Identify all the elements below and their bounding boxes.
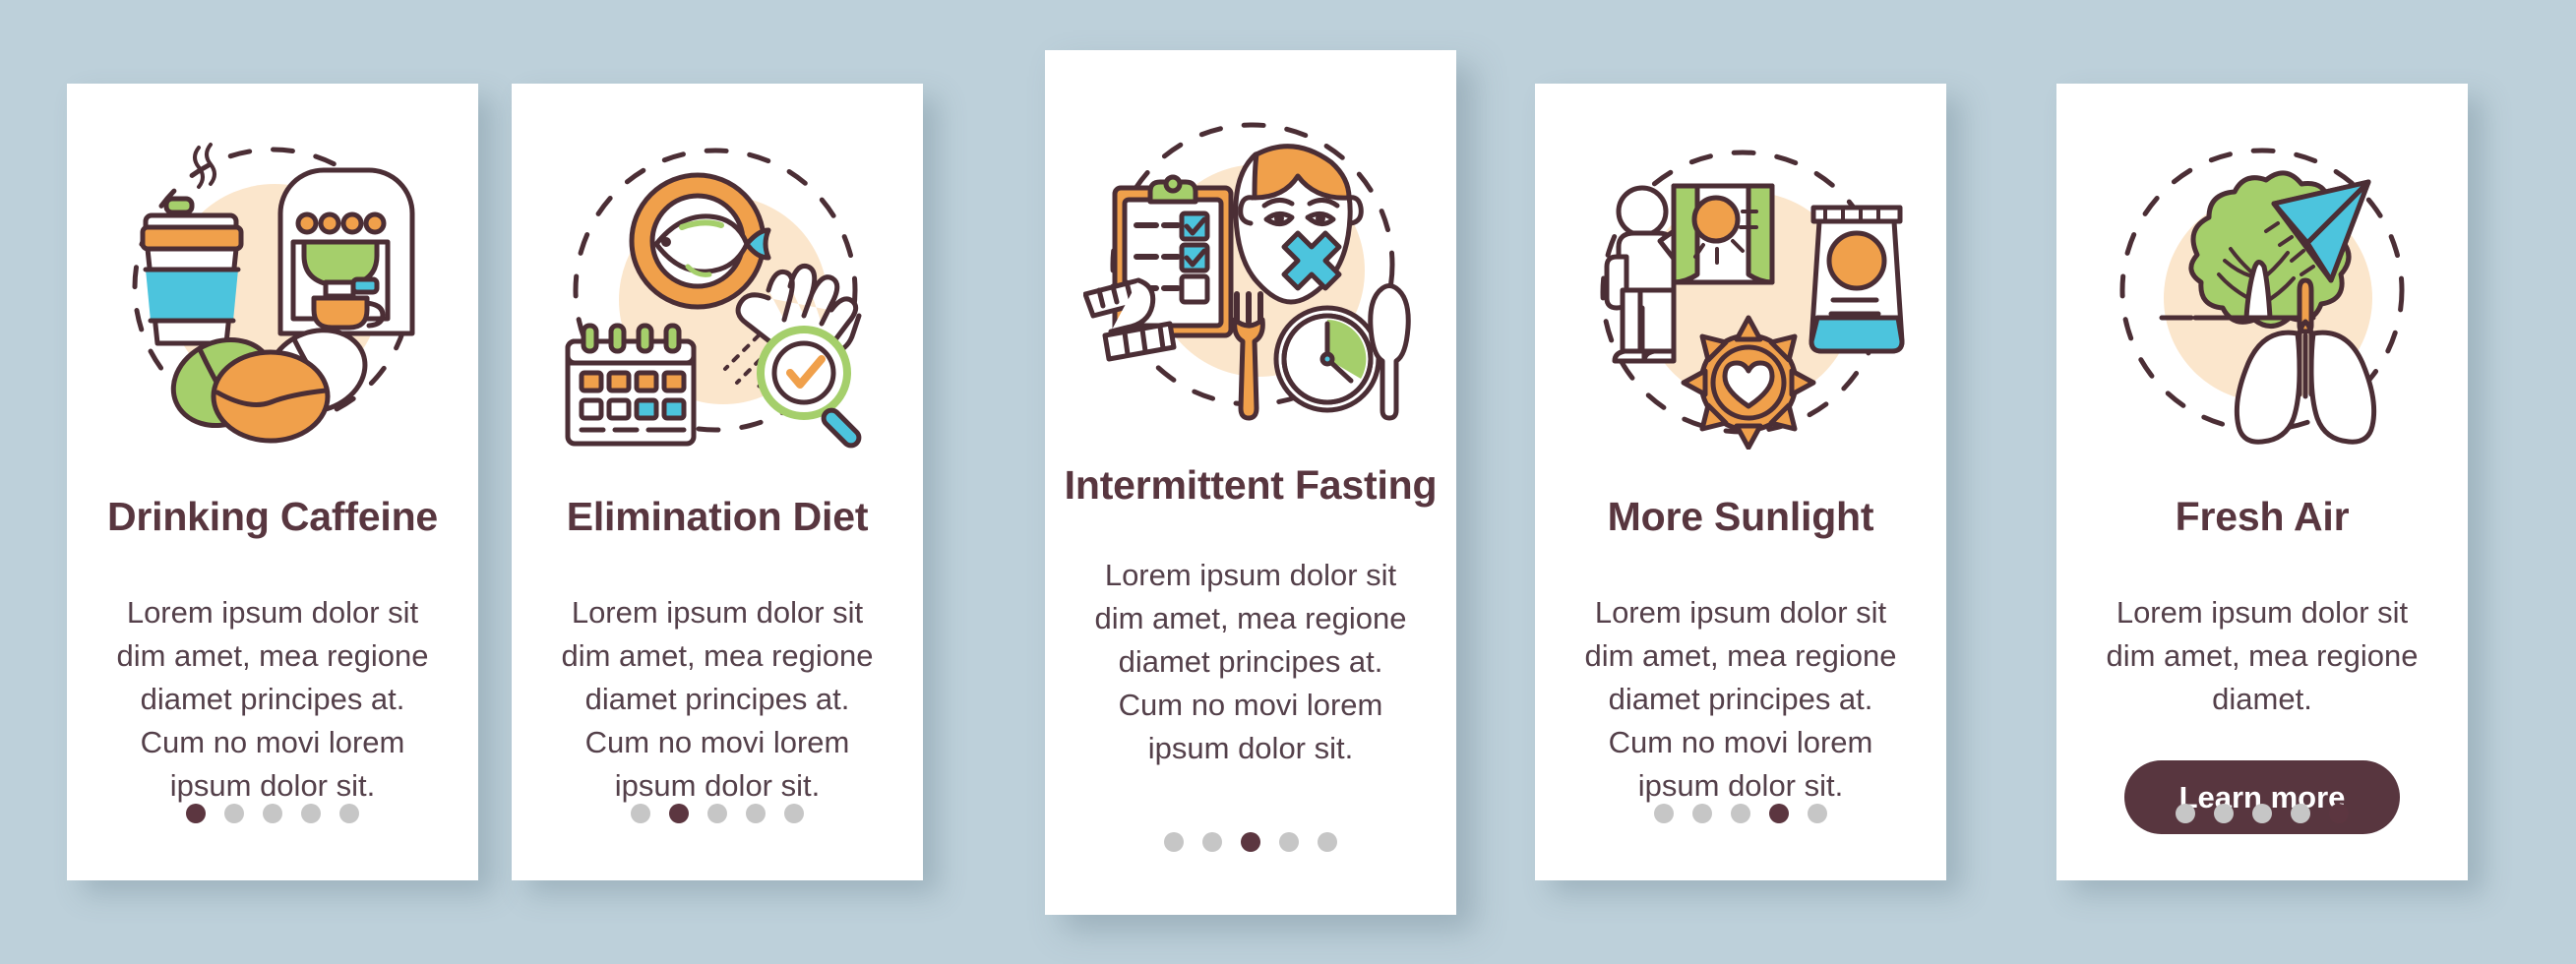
pagination-dot-5[interactable] <box>339 804 359 823</box>
card-body: Lorem ipsum dolor sit dim amet, mea regi… <box>116 595 429 804</box>
pagination-dot-5[interactable] <box>784 804 804 823</box>
pagination-dots[interactable] <box>67 804 478 823</box>
pagination-dot-2[interactable] <box>2214 804 2234 823</box>
illustration-more-sunlight <box>1573 125 1908 450</box>
card-title: Intermittent Fasting <box>1064 462 1438 508</box>
pagination-dot-1[interactable] <box>1654 804 1674 823</box>
pagination-dot-4[interactable] <box>301 804 321 823</box>
pagination-dot-3[interactable] <box>2252 804 2272 823</box>
pagination-dot-1[interactable] <box>186 804 206 823</box>
pagination-dot-5[interactable] <box>1808 804 1827 823</box>
onboarding-card-drinking-caffeine[interactable]: Drinking Caffeine Lorem ipsum dolor sit … <box>67 84 478 880</box>
card-title: Fresh Air <box>2175 494 2350 539</box>
onboarding-card-intermittent-fasting[interactable]: Intermittent Fasting Lorem ipsum dolor s… <box>1045 50 1456 915</box>
card-title: Elimination Diet <box>566 494 869 539</box>
pagination-dot-2[interactable] <box>1202 832 1222 852</box>
illustration-fresh-air <box>2095 125 2429 450</box>
pagination-dot-1[interactable] <box>1164 832 1184 852</box>
illustration-elimination-diet <box>550 125 885 450</box>
onboarding-card-fresh-air[interactable]: Fresh Air Lorem ipsum dolor sit dim amet… <box>2056 84 2468 880</box>
learn-more-button[interactable]: Learn more <box>2123 760 2401 835</box>
illustration-intermittent-fasting <box>1083 101 1418 426</box>
pagination-dot-3[interactable] <box>707 804 727 823</box>
pagination-dot-5[interactable] <box>2329 804 2349 823</box>
pagination-dot-2[interactable] <box>224 804 244 823</box>
pagination-dot-4[interactable] <box>746 804 766 823</box>
card-body: Lorem ipsum dolor sit dim amet, mea regi… <box>2106 595 2419 717</box>
card-title: More Sunlight <box>1607 494 1874 539</box>
pagination-dot-3[interactable] <box>1241 832 1260 852</box>
pagination-dot-4[interactable] <box>2291 804 2310 823</box>
card-body: Lorem ipsum dolor sit dim amet, mea regi… <box>1584 595 1897 804</box>
pagination-dots[interactable] <box>1045 832 1456 852</box>
pagination-dot-1[interactable] <box>2176 804 2195 823</box>
pagination-dot-2[interactable] <box>1692 804 1712 823</box>
card-title: Drinking Caffeine <box>106 494 439 539</box>
card-body: Lorem ipsum dolor sit dim amet, mea regi… <box>1094 558 1407 766</box>
onboarding-card-elimination-diet[interactable]: Elimination Diet Lorem ipsum dolor sit d… <box>512 84 923 880</box>
onboarding-screens-board: Drinking Caffeine Lorem ipsum dolor sit … <box>0 0 2576 964</box>
pagination-dot-2[interactable] <box>669 804 689 823</box>
pagination-dots[interactable] <box>2056 804 2468 823</box>
pagination-dot-4[interactable] <box>1769 804 1789 823</box>
pagination-dot-4[interactable] <box>1279 832 1299 852</box>
pagination-dots[interactable] <box>512 804 923 823</box>
pagination-dot-1[interactable] <box>631 804 650 823</box>
pagination-dot-3[interactable] <box>1731 804 1750 823</box>
pagination-dots[interactable] <box>1535 804 1946 823</box>
card-body: Lorem ipsum dolor sit dim amet, mea regi… <box>561 595 874 804</box>
pagination-dot-5[interactable] <box>1318 832 1337 852</box>
illustration-coffee <box>105 125 440 450</box>
onboarding-card-more-sunlight[interactable]: More Sunlight Lorem ipsum dolor sit dim … <box>1535 84 1946 880</box>
pagination-dot-3[interactable] <box>263 804 282 823</box>
